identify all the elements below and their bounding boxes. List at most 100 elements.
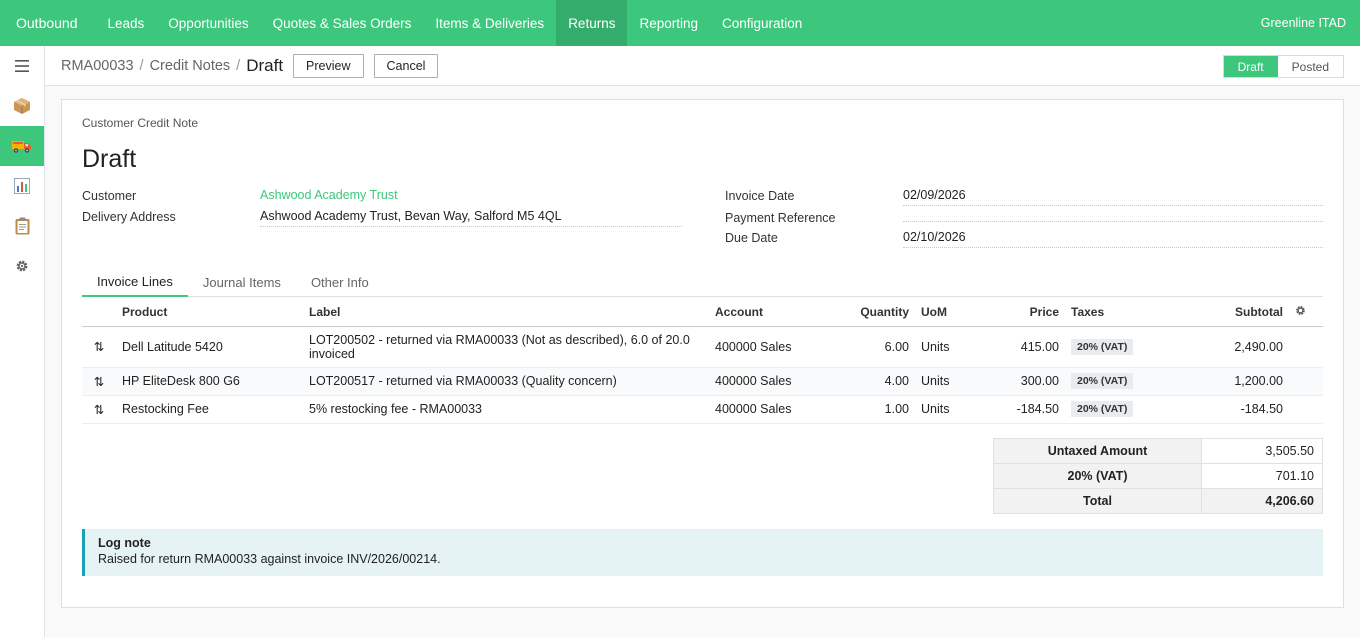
nav-item-items-deliveries[interactable]: Items & Deliveries (423, 0, 556, 46)
bar-chart-icon (14, 178, 30, 194)
customer-link[interactable]: Ashwood Academy Trust (260, 188, 682, 206)
line-product[interactable]: Dell Latitude 5420 (116, 326, 303, 368)
table-row[interactable]: ⇅ HP EliteDesk 800 G6 LOT200517 - return… (82, 367, 1323, 396)
preview-button[interactable]: Preview (293, 53, 364, 78)
drag-handle-icon[interactable]: ⇅ (82, 395, 116, 424)
line-taxes[interactable]: 20% (VAT) (1065, 395, 1187, 424)
nav-item-quotes-sales-orders[interactable]: Quotes & Sales Orders (261, 0, 424, 46)
invoice-lines-table: Product Label Account Quantity UoM Price… (82, 298, 1323, 424)
column-header-label[interactable]: Label (303, 298, 709, 327)
payment-reference-label: Payment Reference (725, 211, 836, 225)
customer-label: Customer (82, 189, 137, 203)
table-row[interactable]: ⇅ Restocking Fee 5% restocking fee - RMA… (82, 395, 1323, 424)
line-spacer (1289, 395, 1323, 424)
nav-item-configuration[interactable]: Configuration (710, 0, 814, 46)
line-account[interactable]: 400000 Sales (709, 367, 829, 396)
line-quantity[interactable]: 6.00 (829, 326, 915, 368)
table-row[interactable]: ⇅ Dell Latitude 5420 LOT200502 - returne… (82, 326, 1323, 368)
notebook-tabs: Invoice Lines Journal Items Other Info (82, 268, 1323, 297)
clipboard-icon (15, 217, 30, 235)
company-switcher[interactable]: Greenline ITAD (1261, 0, 1360, 46)
column-header-price[interactable]: Price (981, 298, 1065, 327)
cancel-button[interactable]: Cancel (373, 53, 439, 78)
totals-row-total: Total 4,206.60 (993, 488, 1323, 514)
line-price[interactable]: -184.50 (981, 395, 1065, 424)
totals-row-tax: 20% (VAT) 701.10 (993, 463, 1323, 489)
line-uom[interactable]: Units (915, 367, 981, 396)
app-brand[interactable]: Outbound (0, 0, 94, 46)
line-quantity[interactable]: 4.00 (829, 367, 915, 396)
status-bar: Draft Posted (1222, 55, 1344, 78)
line-subtotal: 2,490.00 (1187, 326, 1289, 368)
line-taxes[interactable]: 20% (VAT) (1065, 326, 1187, 368)
column-header-account[interactable]: Account (709, 298, 829, 327)
nav-item-returns[interactable]: Returns (556, 0, 628, 46)
line-account[interactable]: 400000 Sales (709, 395, 829, 424)
sidebar-item-reporting[interactable] (0, 166, 44, 206)
document-type: Customer Credit Note (82, 116, 199, 130)
nav-item-leads[interactable]: Leads (96, 0, 157, 46)
total-label: Total (993, 488, 1202, 514)
line-product[interactable]: Restocking Fee (116, 395, 303, 424)
line-uom[interactable]: Units (915, 395, 981, 424)
breadcrumb-rma[interactable]: RMA00033 (61, 58, 134, 74)
nav-item-opportunities[interactable]: Opportunities (156, 0, 260, 46)
status-step-posted[interactable]: Posted (1277, 56, 1343, 77)
due-date-label: Due Date (725, 231, 778, 245)
log-note-body: Raised for return RMA00033 against invoi… (98, 552, 441, 566)
line-product[interactable]: HP EliteDesk 800 G6 (116, 367, 303, 396)
total-value: 4,206.60 (1201, 488, 1323, 514)
truck-icon (12, 138, 32, 154)
invoice-date-label: Invoice Date (725, 189, 795, 203)
nav-item-reporting[interactable]: Reporting (627, 0, 710, 46)
log-note: Log note Raised for return RMA00033 agai… (82, 529, 1323, 576)
line-label[interactable]: LOT200517 - returned via RMA00033 (Quali… (303, 367, 709, 396)
line-label[interactable]: 5% restocking fee - RMA00033 (303, 395, 709, 424)
column-header-quantity[interactable]: Quantity (829, 298, 915, 327)
form-sheet: Customer Credit Note Draft Customer Ashw… (61, 99, 1344, 608)
optional-columns-toggle[interactable] (1289, 298, 1323, 327)
line-subtotal: -184.50 (1187, 395, 1289, 424)
line-taxes[interactable]: 20% (VAT) (1065, 367, 1187, 396)
sidebar-item-menu[interactable] (0, 46, 44, 86)
drag-handle-icon[interactable]: ⇅ (82, 326, 116, 368)
totals-table: Untaxed Amount 3,505.50 20% (VAT) 701.10… (993, 438, 1323, 514)
column-header-handle (82, 298, 116, 327)
drag-handle-icon[interactable]: ⇅ (82, 367, 116, 396)
due-date-field[interactable]: 02/10/2026 (903, 230, 1323, 248)
breadcrumb-credit-notes[interactable]: Credit Notes (150, 58, 231, 74)
breadcrumb-current: Draft (246, 55, 284, 75)
sidebar-item-settings[interactable] (0, 246, 44, 286)
tax-badge: 20% (VAT) (1071, 338, 1134, 355)
document-title: Draft (82, 145, 137, 173)
tab-journal-items[interactable]: Journal Items (188, 268, 296, 297)
table-header-row: Product Label Account Quantity UoM Price… (82, 298, 1323, 327)
sidebar-item-documents[interactable] (0, 206, 44, 246)
line-uom[interactable]: Units (915, 326, 981, 368)
tab-other-info[interactable]: Other Info (296, 268, 384, 297)
column-header-subtotal[interactable]: Subtotal (1187, 298, 1289, 327)
tax-badge: 20% (VAT) (1071, 373, 1134, 389)
delivery-address-field[interactable]: Ashwood Academy Trust, Bevan Way, Salfor… (260, 209, 682, 227)
line-price[interactable]: 415.00 (981, 326, 1065, 368)
line-account[interactable]: 400000 Sales (709, 326, 829, 368)
menu-icon (15, 60, 29, 72)
payment-reference-field[interactable] (903, 204, 1323, 222)
gear-icon (1295, 305, 1306, 319)
gear-icon (15, 259, 29, 273)
line-label[interactable]: LOT200502 - returned via RMA00033 (Not a… (303, 326, 709, 368)
sidebar-item-packages[interactable] (0, 86, 44, 126)
delivery-address-label: Delivery Address (82, 210, 176, 224)
line-quantity[interactable]: 1.00 (829, 395, 915, 424)
sidebar-item-deliveries[interactable] (0, 126, 44, 166)
column-header-uom[interactable]: UoM (915, 298, 981, 327)
status-step-draft[interactable]: Draft (1223, 56, 1278, 77)
column-header-product[interactable]: Product (116, 298, 303, 327)
log-note-title: Log note (98, 536, 151, 550)
line-subtotal: 1,200.00 (1187, 367, 1289, 396)
control-panel: RMA00033 / Credit Notes / Draft Preview … (45, 46, 1360, 86)
tab-invoice-lines[interactable]: Invoice Lines (82, 268, 188, 297)
tax-amount-label: 20% (VAT) (993, 463, 1202, 489)
column-header-taxes[interactable]: Taxes (1065, 298, 1187, 327)
line-price[interactable]: 300.00 (981, 367, 1065, 396)
